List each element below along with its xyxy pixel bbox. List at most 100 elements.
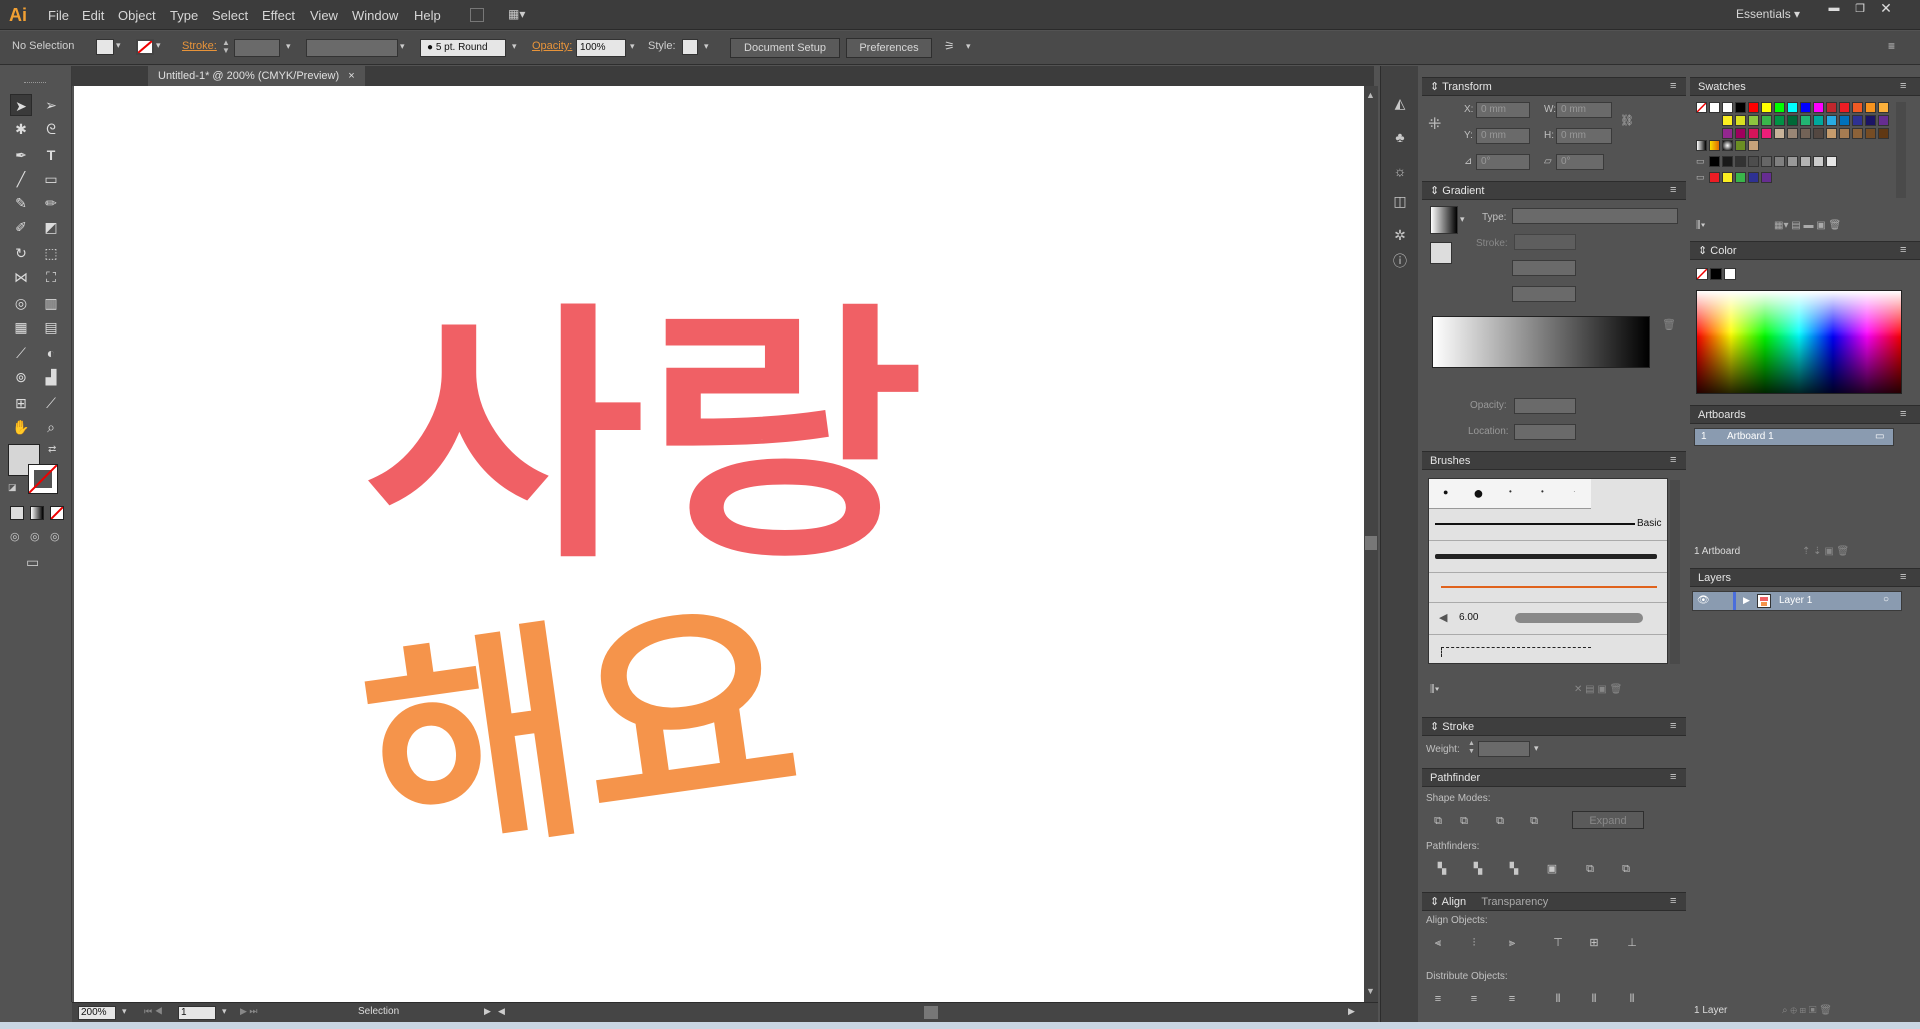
menu-window[interactable]: Window	[352, 8, 398, 23]
swap-fill-stroke-icon[interactable]: ⇄	[48, 444, 56, 455]
scroll-thumb[interactable]	[1365, 536, 1377, 550]
minus-back-icon[interactable]: ⧉	[1618, 861, 1634, 877]
swatch-color-9[interactable]	[1839, 102, 1850, 113]
swatch-group-color-0[interactable]	[1709, 172, 1720, 183]
distribute-hcenter-icon[interactable]: ⦀	[1586, 991, 1602, 1007]
shape-builder-tool-icon[interactable]: ◎	[10, 292, 32, 314]
stroke-menu-icon[interactable]: ≡	[1670, 720, 1676, 732]
rectangle-tool-icon[interactable]: ▭	[40, 168, 62, 190]
tools-grip[interactable]	[24, 82, 46, 84]
swatch-gray-7[interactable]	[1800, 156, 1811, 167]
angle-field[interactable]: 0°	[1476, 154, 1530, 170]
transform-menu-icon[interactable]: ≡	[1670, 80, 1676, 92]
distribute-right-icon[interactable]: ⦀	[1624, 991, 1640, 1007]
crop-icon[interactable]: ▣	[1544, 861, 1560, 877]
weight-dropdown-icon[interactable]: ▾	[1534, 743, 1539, 754]
menu-effect[interactable]: Effect	[262, 8, 295, 23]
swatch-color-34[interactable]	[1826, 128, 1837, 139]
swatch-actions-icons[interactable]: ▦▾ ▤ ▬ ▣ 🗑	[1774, 220, 1841, 231]
zoom-field[interactable]: 200%	[78, 1006, 116, 1020]
swatch-color-6[interactable]	[1800, 102, 1811, 113]
scroll-up-icon[interactable]: ▲	[1366, 90, 1375, 100]
swatch-color-35[interactable]	[1839, 128, 1850, 139]
align-hcenter-icon[interactable]: ⫶	[1466, 935, 1482, 951]
close-window-icon[interactable]: ✕	[1874, 0, 1898, 18]
menu-select[interactable]: Select	[212, 8, 248, 23]
bright-folder-icon[interactable]: ▭	[1696, 172, 1705, 183]
swatch-group-color-1[interactable]	[1722, 172, 1733, 183]
vertical-scrollbar[interactable]: ▲ ▼	[1364, 86, 1378, 1002]
swatch-color-27[interactable]	[1735, 128, 1746, 139]
stroke-swatch[interactable]	[136, 39, 154, 55]
color-none-swatch[interactable]	[1696, 268, 1708, 280]
swatch-gray-6[interactable]	[1787, 156, 1798, 167]
grays-folder-icon[interactable]: ▭	[1696, 156, 1705, 167]
swatch-color-1[interactable]	[1735, 102, 1746, 113]
slice-tool-icon[interactable]: ⟋	[40, 392, 62, 414]
swatch-pattern-pompadour[interactable]	[1748, 140, 1759, 151]
brush-arrow[interactable]	[1429, 573, 1667, 603]
visibility-eye-icon[interactable]: 👁	[1697, 595, 1710, 606]
stroke-weight-stepper[interactable]: ▲ ▼	[222, 39, 230, 55]
swatch-pattern-leaves[interactable]	[1735, 140, 1746, 151]
h-field[interactable]: 0 mm	[1556, 128, 1612, 144]
pen-tool-icon[interactable]: ✒	[10, 144, 32, 166]
arrange-dropdown-icon[interactable]: ▾	[966, 41, 971, 52]
close-tab-icon[interactable]: ×	[348, 70, 354, 82]
hand-tool-icon[interactable]: ✋	[10, 416, 32, 438]
menu-view[interactable]: View	[310, 8, 338, 23]
magic-wand-tool-icon[interactable]: ✱	[10, 118, 32, 140]
opacity-label[interactable]: Opacity:	[532, 40, 572, 52]
swatch-color-19[interactable]	[1800, 115, 1811, 126]
lasso-tool-icon[interactable]: ᘓ	[40, 118, 62, 140]
brushes-scrollbar[interactable]	[1670, 480, 1680, 664]
status-menu-icon[interactable]: ▶	[484, 1006, 491, 1017]
expand-button[interactable]: Expand	[1572, 811, 1644, 829]
divide-icon[interactable]: ▚	[1434, 861, 1450, 877]
menu-object[interactable]: Object	[118, 8, 156, 23]
none-mode-icon[interactable]	[50, 506, 64, 520]
brush-charcoal[interactable]	[1429, 541, 1667, 573]
scroll-left-icon[interactable]: ◀	[498, 1006, 505, 1017]
opacity-dropdown-icon[interactable]: ▾	[630, 41, 635, 52]
align-menu-icon[interactable]: ≡	[1670, 895, 1676, 907]
align-tab[interactable]: Align	[1442, 896, 1466, 908]
stroke-weight-dropdown-icon[interactable]: ▾	[286, 41, 291, 52]
brush-actions-icons[interactable]: ✕ ▤ ▣ 🗑	[1574, 684, 1622, 695]
swatch-color-31[interactable]	[1787, 128, 1798, 139]
gradient-angle-field[interactable]	[1512, 260, 1576, 276]
gradient-preview-dropdown-icon[interactable]: ▾	[1460, 214, 1465, 225]
swatch-color-24[interactable]	[1865, 115, 1876, 126]
exclude-icon[interactable]: ⧉	[1526, 813, 1542, 829]
brush-definition[interactable]: ● 5 pt. Round	[420, 39, 506, 57]
menu-edit[interactable]: Edit	[82, 8, 104, 23]
horizontal-scroll-thumb[interactable]	[924, 1006, 938, 1019]
brushes-menu-icon[interactable]: ≡	[1670, 454, 1676, 466]
symbol-sprayer-tool-icon[interactable]: ⊚	[10, 366, 32, 388]
swatch-gray-2[interactable]	[1735, 156, 1746, 167]
swatch-group-color-2[interactable]	[1735, 172, 1746, 183]
eraser-tool-icon[interactable]: ◩	[40, 216, 62, 238]
width-tool-icon[interactable]: ⋈	[10, 266, 32, 288]
y-field[interactable]: 0 mm	[1476, 128, 1530, 144]
swatch-color-17[interactable]	[1774, 115, 1785, 126]
distribute-left-icon[interactable]: ⦀	[1550, 991, 1566, 1007]
swatch-color-36[interactable]	[1852, 128, 1863, 139]
align-top-icon[interactable]: ⊤	[1550, 935, 1566, 951]
swatch-color-11[interactable]	[1865, 102, 1876, 113]
swatch-gradient-orange[interactable]	[1709, 140, 1720, 151]
fill-swatch[interactable]	[96, 39, 114, 55]
weight-field[interactable]	[1478, 741, 1530, 757]
swatch-gray-0[interactable]	[1709, 156, 1720, 167]
distribute-vcenter-icon[interactable]: ≡	[1466, 991, 1482, 1007]
artboard-actions-icons[interactable]: ⇡ ⇣ ▣ 🗑	[1802, 546, 1849, 557]
artboard-dropdown-icon[interactable]: ▾	[222, 1006, 227, 1017]
rotate-tool-icon[interactable]: ↻	[10, 242, 32, 264]
swatch-color-0[interactable]	[1722, 102, 1733, 113]
merge-icon[interactable]: ▚	[1506, 861, 1522, 877]
direct-selection-tool-icon[interactable]: ➢	[40, 94, 62, 116]
gradient-tool-icon[interactable]: ▤	[40, 316, 62, 338]
gradient-menu-icon[interactable]: ≡	[1670, 184, 1676, 196]
brush-basic[interactable]: Basic	[1429, 509, 1667, 541]
zoom-dropdown-icon[interactable]: ▾	[122, 1006, 127, 1017]
